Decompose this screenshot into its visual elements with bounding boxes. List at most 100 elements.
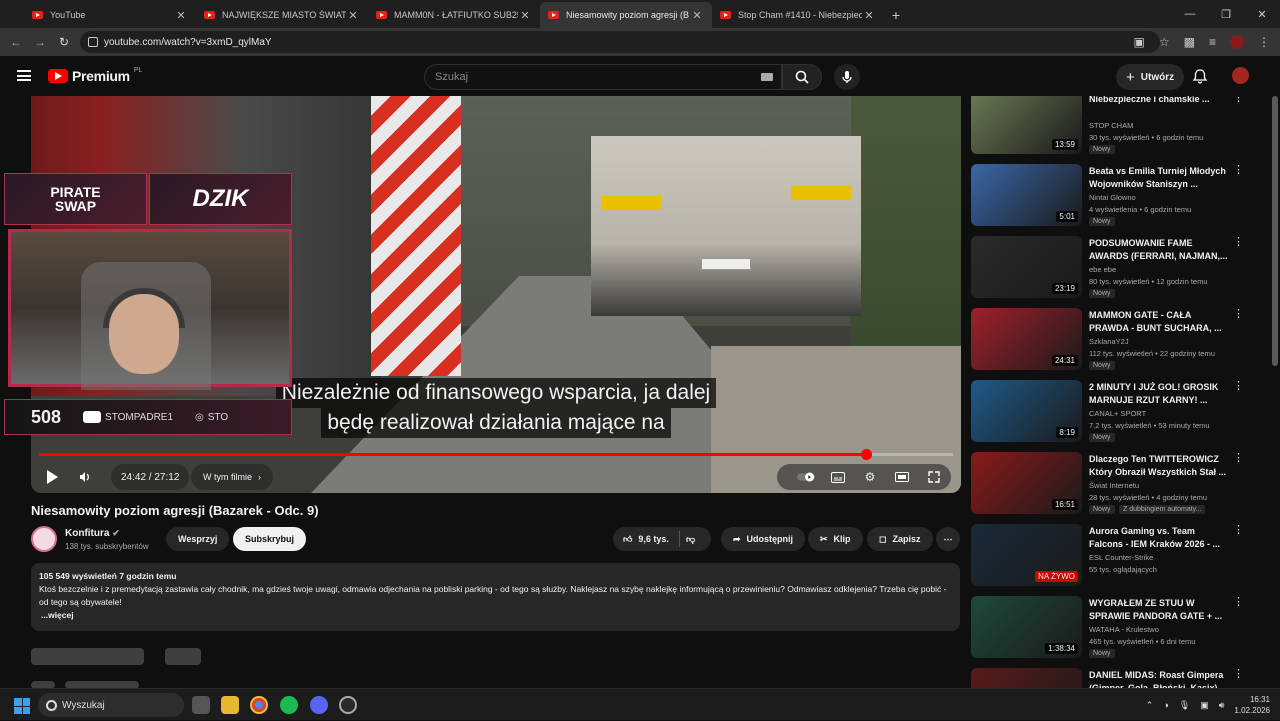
video-thumbnail[interactable]: 13:59 — [971, 96, 1082, 154]
thumbs-up-icon[interactable]: 👍︎ — [623, 534, 632, 545]
subscribe-button[interactable]: Subskrybuj — [233, 527, 307, 551]
more-vertical-icon[interactable]: ⋮ — [1233, 597, 1244, 608]
recommended-video[interactable]: DANIEL MIDAS: Roast Gimpera (Gimper, Gol… — [971, 668, 1261, 688]
volume-icon[interactable] — [79, 471, 91, 483]
taskbar-search[interactable]: Wyszukaj — [38, 693, 184, 717]
url-field[interactable]: youtube.com/watch?v=3xmD_qylMaY — [80, 31, 1160, 53]
browser-tab[interactable]: Niesamowity poziom agresji (B ✕ — [540, 2, 712, 28]
more-vertical-icon[interactable]: ⋮ — [1233, 309, 1244, 320]
recommended-channel[interactable]: SzklanaY2J — [1089, 337, 1129, 346]
recommended-video-title[interactable]: Beata vs Emilia Turniej Młodych Wojownik… — [1089, 165, 1229, 191]
back-icon[interactable]: ← — [4, 35, 28, 49]
app-icon[interactable] — [339, 696, 357, 714]
support-button[interactable]: Wesprzyj — [166, 527, 230, 551]
recommended-channel[interactable]: Świat Internetu — [1089, 481, 1139, 490]
clip-button[interactable]: ✂ Klip — [808, 527, 863, 551]
theater-mode-icon[interactable] — [893, 470, 911, 484]
create-button[interactable]: + Utwórz — [1116, 64, 1185, 90]
extensions-icon[interactable]: ▩ — [1184, 35, 1195, 49]
thumbs-down-icon[interactable]: 👎︎ — [686, 534, 695, 545]
close-window-icon[interactable]: ✕ — [1244, 0, 1280, 28]
share-button[interactable]: ➦ Udostępnij — [721, 527, 806, 551]
more-actions-button[interactable]: ⋯ — [936, 527, 960, 551]
channel-avatar[interactable] — [31, 526, 57, 552]
video-thumbnail[interactable]: 5:01 — [971, 164, 1082, 226]
recommended-video[interactable]: 16:51 Dlaczego Ten TWITTEROWICZ Który Obr… — [971, 452, 1261, 518]
description-box[interactable]: 105 549 wyświetleń 7 godzin temu Ktoś be… — [31, 563, 960, 631]
discord-icon[interactable] — [310, 696, 328, 714]
task-view-icon[interactable] — [192, 696, 210, 714]
video-thumbnail[interactable]: 24:31 — [971, 308, 1082, 370]
recommended-video[interactable]: NA ŻYWO Aurora Gaming vs. Team Falcons - … — [971, 524, 1261, 590]
recommended-video-title[interactable]: MAMMON GATE - CAŁA PRAWDA - BUNT SUCHARA… — [1089, 309, 1229, 335]
more-vertical-icon[interactable]: ⋮ — [1233, 96, 1244, 104]
more-vertical-icon[interactable]: ⋮ — [1233, 237, 1244, 248]
recommended-channel[interactable]: STOP CHAM — [1089, 121, 1133, 130]
reading-list-icon[interactable]: ≡ — [1209, 35, 1216, 49]
windows-start-icon[interactable] — [14, 698, 30, 714]
recommended-channel[interactable]: Nintai Głowno — [1089, 193, 1136, 202]
close-tab-icon[interactable]: ✕ — [346, 9, 360, 22]
more-vertical-icon[interactable]: ⋮ — [1233, 453, 1244, 464]
browser-menu-icon[interactable]: ⋮ — [1258, 35, 1270, 49]
recommended-video-title[interactable]: DANIEL MIDAS: Roast Gimpera (Gimper, Gol… — [1089, 669, 1229, 688]
reload-icon[interactable]: ↻ — [52, 35, 76, 49]
chapters-button[interactable]: W tym filmie › — [191, 464, 273, 490]
video-thumbnail[interactable]: 8:19 — [971, 380, 1082, 442]
play-icon[interactable] — [47, 470, 58, 484]
recommended-video[interactable]: 24:31 MAMMON GATE - CAŁA PRAWDA - BUNT SU… — [971, 308, 1261, 374]
spotify-icon[interactable] — [280, 696, 298, 714]
recommended-video[interactable]: 23:19 PODSUMOWANIE FAME AWARDS (FERRARI, … — [971, 236, 1261, 302]
recommended-channel[interactable]: WATAHA - Krulestwo — [1089, 625, 1159, 634]
file-explorer-icon[interactable] — [221, 696, 239, 714]
site-info-icon[interactable] — [88, 37, 98, 47]
network-icon[interactable]: ▣ — [1200, 700, 1209, 711]
video-thumbnail[interactable]: NA ŻYWO — [971, 524, 1082, 586]
bookmark-star-icon[interactable]: ☆ — [1159, 35, 1170, 49]
user-avatar[interactable] — [1232, 67, 1249, 84]
browser-tab[interactable]: MAMM0N - ŁATFIUTKO SUB25 ✕ — [368, 2, 540, 28]
youtube-premium-logo[interactable]: Premium PL — [48, 67, 142, 84]
microphone-tray-icon[interactable]: 🎙︎ — [1179, 700, 1190, 711]
speaker-icon[interactable]: 🔊︎ — [1219, 700, 1225, 711]
recommended-video-title[interactable]: WYGRAŁEM ZE STUU W SPRAWIE PANDORA GATE … — [1089, 597, 1229, 623]
browser-tab[interactable]: Stop Cham #1410 - Niebezpiec ✕ — [712, 2, 884, 28]
recommended-video-title[interactable]: 2 MINUTY I JUŻ GOL! GROSIK MARNUJE RZUT … — [1089, 381, 1229, 407]
captions-icon[interactable] — [829, 470, 847, 484]
like-count[interactable]: 9,6 tys. — [638, 534, 669, 544]
more-vertical-icon[interactable]: ⋮ — [1233, 165, 1244, 176]
settings-gear-icon[interactable]: ⚙ — [861, 470, 879, 484]
seek-bar[interactable] — [39, 449, 953, 460]
recommended-video[interactable]: 5:01 Beata vs Emilia Turniej Młodych Wojo… — [971, 164, 1261, 230]
channel-name[interactable]: Konfitura ✔ — [65, 528, 120, 539]
clock[interactable]: 16:31 1.02.2026 — [1234, 694, 1270, 716]
recommended-video[interactable]: 13:59 Niebezpieczne i chamskie ... STOP CH… — [971, 96, 1261, 158]
recommended-video-title[interactable]: Niebezpieczne i chamskie ... — [1089, 96, 1229, 106]
notifications-bell-icon[interactable] — [1192, 68, 1208, 84]
chevron-up-icon[interactable]: ⌃ — [1146, 700, 1154, 711]
search-input[interactable]: Szukaj — [424, 64, 782, 90]
close-tab-icon[interactable]: ✕ — [862, 9, 876, 22]
recommended-channel[interactable]: ESL Counter-Strike — [1089, 553, 1153, 562]
close-tab-icon[interactable]: ✕ — [690, 9, 704, 22]
show-more-link[interactable]: ...więcej — [41, 609, 952, 622]
keyboard-icon[interactable] — [761, 73, 773, 81]
new-tab-button[interactable]: + — [884, 2, 908, 28]
more-vertical-icon[interactable]: ⋮ — [1233, 381, 1244, 392]
video-thumbnail[interactable]: 1:38:34 — [971, 596, 1082, 658]
save-button[interactable]: ◻ Zapisz — [867, 527, 933, 551]
menu-icon[interactable] — [17, 70, 31, 81]
search-button[interactable] — [782, 64, 822, 90]
autoplay-toggle-icon[interactable] — [797, 470, 815, 484]
minimize-icon[interactable]: — — [1172, 0, 1208, 28]
browser-profile-avatar[interactable] — [1230, 35, 1244, 49]
maximize-icon[interactable]: ❐ — [1208, 0, 1244, 28]
recommended-video[interactable]: 8:19 2 MINUTY I JUŻ GOL! GROSIK MARNUJE R… — [971, 380, 1261, 446]
chrome-icon[interactable] — [250, 696, 268, 714]
more-vertical-icon[interactable]: ⋮ — [1233, 525, 1244, 536]
video-thumbnail[interactable] — [971, 668, 1082, 688]
recommended-channel[interactable]: CANAL+ SPORT — [1089, 409, 1146, 418]
cast-icon[interactable]: ▣ — [1134, 35, 1145, 49]
video-thumbnail[interactable]: 16:51 — [971, 452, 1082, 514]
forward-icon[interactable]: → — [28, 35, 52, 49]
